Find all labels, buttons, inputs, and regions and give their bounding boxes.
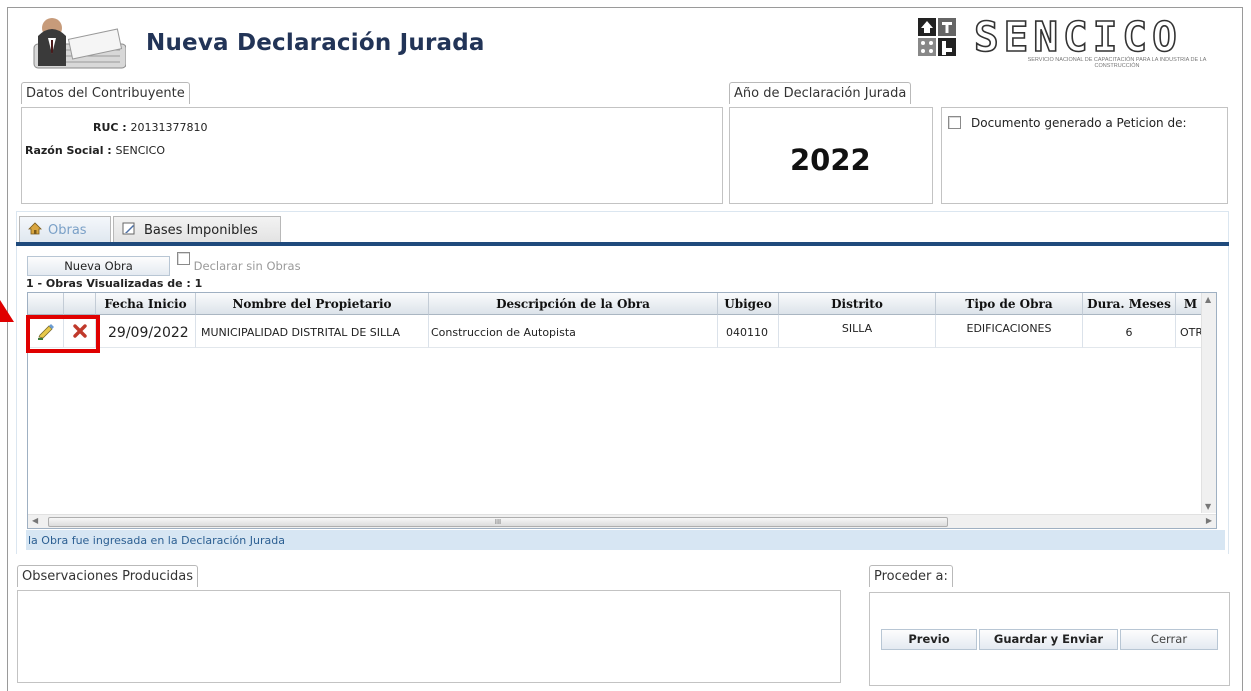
declaration-header-icon: [26, 14, 127, 72]
previo-button[interactable]: Previo: [881, 629, 977, 650]
column-header-delete: [64, 293, 96, 315]
tab-bases-imponibles[interactable]: Bases Imponibles: [113, 216, 281, 243]
cell-descripcion: Construccion de Autopista: [429, 315, 718, 348]
column-header-meses[interactable]: Dura. Meses: [1083, 293, 1176, 315]
razon-social-label: Razón Social :: [25, 144, 112, 157]
observaciones-legend: Observaciones Producidas: [17, 565, 198, 587]
tab-obras[interactable]: Obras: [19, 216, 111, 243]
sencico-subtitle: SERVICIO NACIONAL DE CAPACITACIÓN PARA L…: [1027, 57, 1207, 69]
sencico-logo-text: SENCICO: [973, 12, 1182, 62]
ruc-label: RUC :: [93, 121, 127, 134]
status-message: la Obra fue ingresada en la Declaración …: [26, 530, 1225, 550]
scroll-right-icon[interactable]: ▶: [1206, 516, 1212, 525]
home-icon: [28, 222, 42, 239]
anio-legend: Año de Declaración Jurada: [729, 82, 912, 104]
page-title: Nueva Declaración Jurada: [146, 30, 485, 56]
anio-value: 2022: [790, 143, 871, 177]
peticion-label: Documento generado a Peticion de:: [971, 116, 1187, 130]
peticion-panel: Documento generado a Peticion de:: [941, 107, 1228, 204]
obras-visualizadas: 1 - Obras Visualizadas de : 1: [26, 277, 203, 290]
cell-distrito: SILLA: [779, 315, 936, 348]
razon-social-value: SENCICO: [115, 144, 165, 157]
column-header-tipo[interactable]: Tipo de Obra: [936, 293, 1083, 315]
column-header-ubigeo[interactable]: Ubigeo: [718, 293, 779, 315]
cell-tipo: EDIFICACIONES: [936, 315, 1083, 348]
declarar-sin-obras-label: Declarar sin Obras: [193, 259, 301, 273]
scroll-up-icon[interactable]: ▲: [1205, 295, 1211, 304]
guardar-enviar-button[interactable]: Guardar y Enviar: [979, 629, 1118, 650]
contribuyente-legend: Datos del Contribuyente: [21, 82, 190, 104]
scroll-left-icon[interactable]: ◀: [32, 516, 38, 525]
declarar-sin-obras-checkbox[interactable]: [177, 252, 190, 265]
cell-propietario: MUNICIPALIDAD DISTRITAL DE SILLA: [196, 315, 429, 348]
column-header-distrito[interactable]: Distrito: [779, 293, 936, 315]
cell-fecha: 29/09/2022: [96, 315, 196, 348]
cerrar-button[interactable]: Cerrar: [1120, 629, 1218, 650]
column-header-propietario[interactable]: Nombre del Propietario: [196, 293, 429, 315]
ruc-value: 20131377810: [130, 121, 208, 134]
horizontal-scrollbar[interactable]: ◀ III ▶: [28, 514, 1216, 528]
scroll-down-icon[interactable]: ▼: [1205, 502, 1211, 511]
cell-ubigeo: 040110: [718, 315, 779, 348]
horizontal-scroll-thumb[interactable]: III: [48, 517, 948, 527]
peticion-checkbox[interactable]: [948, 116, 961, 129]
column-header-edit: [28, 293, 64, 315]
tab-bases-label: Bases Imponibles: [144, 223, 258, 238]
nueva-obra-button[interactable]: Nueva Obra: [27, 256, 170, 276]
tab-strip: Obras Bases Imponibles: [16, 211, 1229, 243]
row-actions-highlight: [26, 315, 100, 353]
column-header-descripcion[interactable]: Descripción de la Obra: [429, 293, 718, 315]
obras-table: Fecha Inicio Nombre del Propietario Desc…: [27, 292, 1217, 529]
edit-document-icon: [122, 222, 136, 239]
contribuyente-panel: RUC : 20131377810 Razón Social : SENCICO: [21, 107, 723, 204]
proceder-legend: Proceder a:: [869, 565, 953, 587]
declarar-sin-obras[interactable]: Declarar sin Obras: [177, 252, 301, 273]
tab-obras-label: Obras: [48, 223, 87, 238]
observaciones-panel[interactable]: [17, 590, 841, 683]
column-header-fecha[interactable]: Fecha Inicio: [96, 293, 196, 315]
cell-meses: 6: [1083, 315, 1176, 348]
vertical-scrollbar[interactable]: ▲ ▼: [1201, 293, 1216, 513]
